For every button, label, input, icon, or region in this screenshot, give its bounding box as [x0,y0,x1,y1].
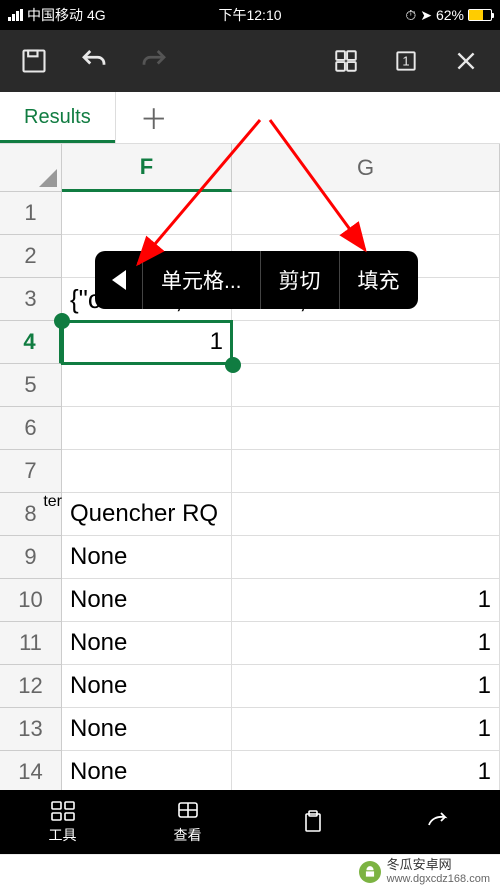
cell-f12[interactable]: None [62,665,232,708]
location-icon: ➤ [420,7,432,24]
row-header[interactable]: 4 [0,321,62,364]
col-header-f[interactable]: F [62,144,232,192]
row-header[interactable]: 7 [0,450,62,493]
cell-f11[interactable]: None [62,622,232,665]
cell-g10[interactable]: 1 [232,579,500,622]
watermark-url: www.dgxcdz168.com [387,873,490,885]
tab-results[interactable]: Results [0,92,115,143]
cell-f13[interactable]: None [62,708,232,751]
tools-icon [50,799,76,823]
save-icon[interactable] [18,45,50,77]
redo-icon[interactable] [138,45,170,77]
select-all-corner[interactable] [0,144,62,192]
cell-g14[interactable]: 1 [232,751,500,794]
watermark: 冬瓜安卓网 www.dgxcdz168.com [0,854,500,888]
clock-label: 下午12:10 [218,5,281,25]
ctx-cell-button[interactable]: 单元格... [143,251,261,309]
row-header[interactable]: 5 [0,364,62,407]
ctx-fill-button[interactable]: 填充 [340,251,418,309]
battery-icon [468,9,492,21]
row-header[interactable]: 10 [0,579,62,622]
cell[interactable] [232,321,500,364]
row-header[interactable]: 1 [0,192,62,235]
cell-f14[interactable]: None [62,751,232,794]
cell[interactable] [232,407,500,450]
watermark-logo-icon [359,861,381,883]
col-header-g[interactable]: G [232,144,500,192]
cell-f4-selected[interactable]: 1 [62,321,232,364]
context-menu-prev-icon[interactable] [95,251,143,309]
cell[interactable] [62,364,232,407]
bottom-clipboard-button[interactable] [250,790,375,854]
alarm-icon: ⏱ [405,7,416,24]
cell[interactable] [232,364,500,407]
cell[interactable] [232,450,500,493]
view-icon [176,799,200,823]
cell-f9[interactable]: None [62,536,232,579]
battery-pct: 62% [436,7,464,23]
network-label: 4G [87,7,106,23]
status-left: 中国移动 4G [8,5,106,25]
cell[interactable] [232,493,500,536]
context-menu: 单元格... 剪切 填充 [95,251,418,309]
sheet-count-icon[interactable]: 1 [390,45,422,77]
cell[interactable] [232,192,500,235]
undo-icon[interactable] [78,45,110,77]
bottom-share-button[interactable] [375,790,500,854]
cell-f8[interactable]: Quencher RQ [62,493,232,536]
row-header[interactable]: 12 [0,665,62,708]
row-header[interactable]: 6 [0,407,62,450]
bottom-view-button[interactable]: 查看 [125,790,250,854]
grid-icon[interactable] [330,45,362,77]
clipboard-icon [302,810,324,834]
app-toolbar: 1 [0,30,500,92]
cell[interactable] [62,192,232,235]
row-header[interactable]: 9 [0,536,62,579]
status-right: ⏱ ➤ 62% [405,7,492,24]
bottom-view-label: 查看 [174,825,202,845]
row-header[interactable]: 13 [0,708,62,751]
cell-g11[interactable]: 1 [232,622,500,665]
watermark-title: 冬瓜安卓网 [387,858,490,872]
share-icon [425,810,451,834]
cell[interactable] [62,450,232,493]
cell[interactable] [232,536,500,579]
carrier-label: 中国移动 [27,5,83,25]
cell-g13[interactable]: 1 [232,708,500,751]
svg-text:1: 1 [402,53,409,68]
signal-icon [8,9,23,21]
sheet-tabs: Results ＋ [0,92,500,144]
cell[interactable] [62,407,232,450]
cell-g12[interactable]: 1 [232,665,500,708]
row-header[interactable]: 2 [0,235,62,278]
row-header[interactable]: 3 [0,278,62,321]
row-header[interactable]: 11 [0,622,62,665]
cell-f10[interactable]: None [62,579,232,622]
bottom-tools-button[interactable]: 工具 [0,790,125,854]
row-header[interactable]: 14 [0,751,62,794]
tab-add-button[interactable]: ＋ [115,92,192,143]
bottom-toolbar: 工具 查看 [0,790,500,854]
status-bar: 中国移动 4G 下午12:10 ⏱ ➤ 62% [0,0,500,30]
spreadsheet[interactable]: F G 1 2 3{"code":0,"data":null," 41 5 6 … [0,144,500,794]
ctx-cut-button[interactable]: 剪切 [261,251,340,309]
bottom-tools-label: 工具 [49,825,77,845]
close-icon[interactable] [450,45,482,77]
selection-handle-icon[interactable] [225,357,241,373]
selection-handle-icon[interactable] [54,313,70,329]
